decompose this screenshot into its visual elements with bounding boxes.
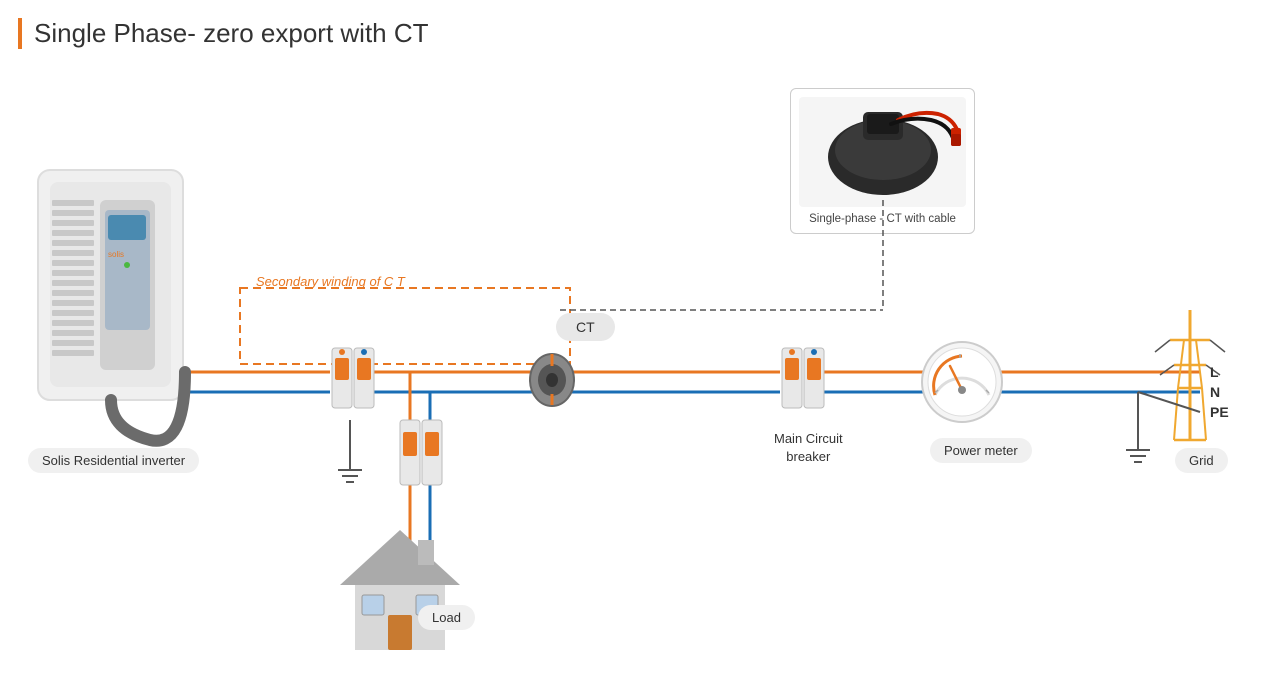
secondary-winding-label: Secondary winding of C T (256, 274, 405, 289)
diagram-svg: solis (0, 0, 1284, 692)
svg-text:L: L (1210, 364, 1219, 380)
ct-label: CT (556, 313, 615, 341)
svg-text:PE: PE (1210, 404, 1229, 420)
svg-text:solis: solis (108, 250, 124, 259)
solis-inverter-label: Solis Residential inverter (28, 448, 199, 473)
grid-label: Grid (1175, 448, 1228, 473)
power-meter-label: Power meter (930, 438, 1032, 463)
load-label: Load (418, 605, 475, 630)
page-container: Single Phase- zero export with CT Sing (0, 0, 1284, 692)
svg-text:N: N (1210, 384, 1220, 400)
main-circuit-breaker-label: Main Circuit breaker (774, 430, 843, 466)
